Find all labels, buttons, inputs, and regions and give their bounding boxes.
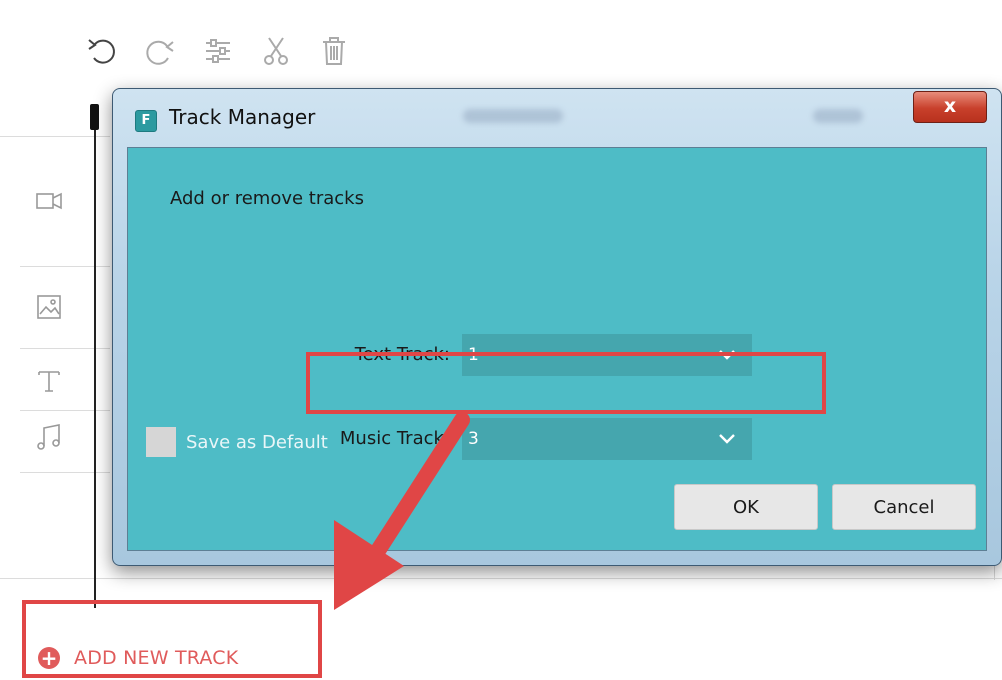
cut-icon[interactable] [254,29,298,73]
divider [20,266,110,267]
plus-circle-icon: + [38,647,60,669]
music-track-icon [30,418,68,456]
track-manager-dialog: F Track Manager x Add or remove tracks T… [112,88,1002,566]
undo-icon[interactable] [80,29,124,73]
blurred-background-text [813,109,863,123]
delete-icon[interactable] [312,29,356,73]
music-track-select[interactable]: 3 [462,418,752,460]
dialog-titlebar[interactable]: F Track Manager x [113,89,1001,147]
dialog-subtitle: Add or remove tracks [170,188,364,209]
close-icon: x [943,95,957,117]
text-track-icon [30,362,68,400]
music-track-highlight [306,352,826,414]
dialog-title: Track Manager [169,105,316,129]
divider [20,348,110,349]
music-track-value: 3 [468,429,479,449]
cancel-button[interactable]: Cancel [832,484,976,530]
save-as-default-label: Save as Default [186,431,328,453]
divider [20,410,110,411]
save-as-default-checkbox[interactable] [146,427,176,457]
editor-toolbar [80,26,370,76]
ok-button[interactable]: OK [674,484,818,530]
divider [20,472,110,473]
app-icon: F [135,110,157,132]
playhead-handle[interactable] [90,104,99,130]
settings-sliders-icon[interactable] [196,29,240,73]
save-as-default-option[interactable]: Save as Default [146,427,328,457]
close-button[interactable]: x [913,91,987,123]
add-new-track-button[interactable]: + ADD NEW TRACK [38,647,238,669]
video-track-icon [30,182,68,220]
redo-icon[interactable] [138,29,182,73]
add-new-track-label: ADD NEW TRACK [74,647,239,669]
image-track-icon [30,288,68,326]
chevron-down-icon [718,418,736,461]
dialog-content: Add or remove tracks Text Track: 1 Music… [127,147,987,551]
divider [0,578,1002,579]
blurred-background-text [463,109,563,123]
timeline-playhead[interactable] [94,108,96,608]
